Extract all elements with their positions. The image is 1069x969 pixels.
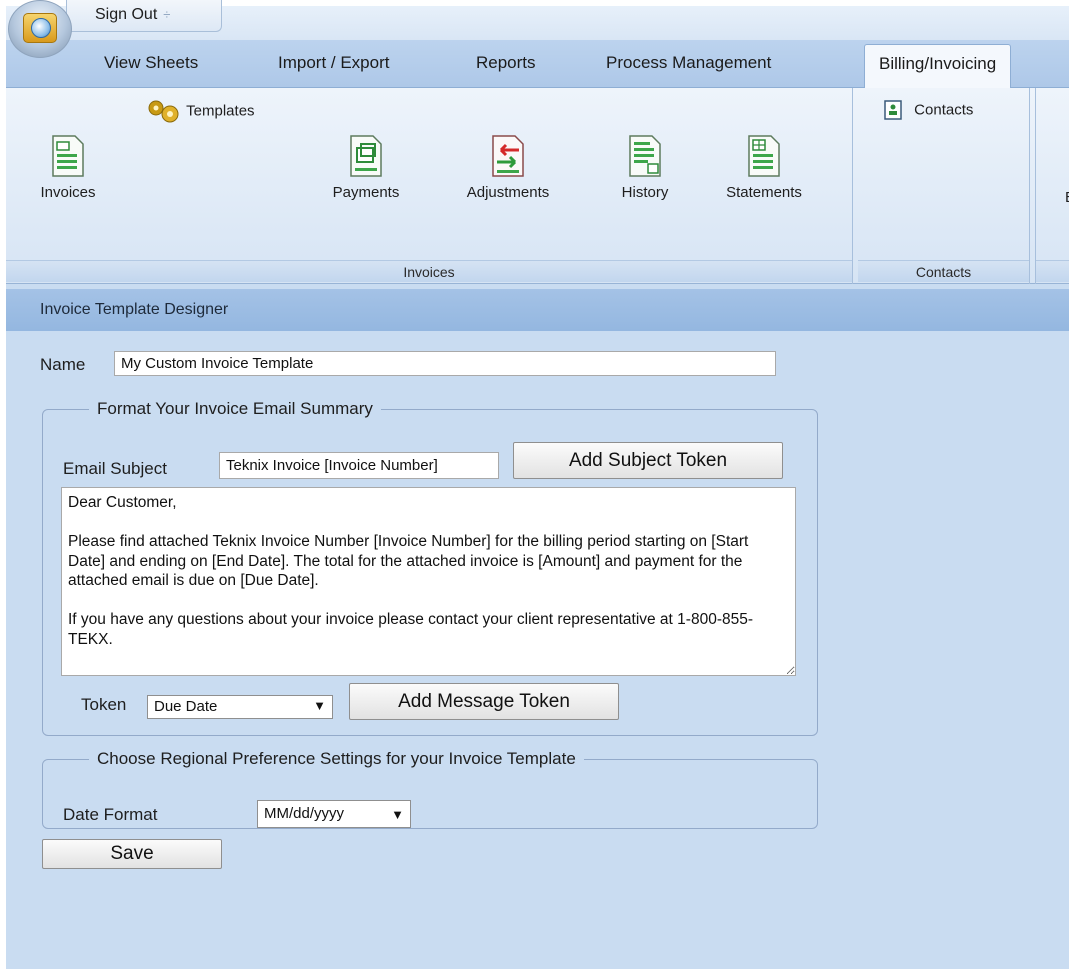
ribbon-group-label-contacts: Contacts (858, 260, 1029, 282)
statements-button[interactable]: Statements (714, 134, 814, 201)
date-format-label: Date Format (63, 805, 158, 824)
date-format-select[interactable]: MM/dd/yyyy ▼ (257, 800, 411, 828)
app-window: Sign Out ÷ View Sheets Import / Export Re… (6, 0, 1069, 969)
application-menu-orb[interactable] (8, 0, 72, 58)
designer-content: Name Format Your Invoice Email Summary E… (6, 331, 1069, 969)
email-summary-legend: Format Your Invoice Email Summary (97, 399, 373, 418)
regional-settings-section: Choose Regional Preference Settings for … (42, 749, 818, 829)
gears-icon (148, 100, 179, 123)
token-select-value: Due Date (154, 698, 218, 715)
invoices-button[interactable]: Invoices (28, 134, 108, 201)
tab-view-sheets[interactable]: View Sheets (104, 53, 198, 73)
ribbon-group-partial: E (1035, 88, 1069, 284)
templates-button[interactable]: Templates (144, 98, 255, 124)
payments-button[interactable]: Payments (324, 134, 408, 201)
sign-out-label: Sign Out (95, 6, 158, 23)
ribbon-group-label-invoices: Invoices (6, 260, 852, 282)
history-button[interactable]: History (610, 134, 680, 201)
token-label: Token (81, 695, 127, 714)
history-doc-icon (629, 135, 661, 177)
sign-out-menu[interactable]: Sign Out ÷ (66, 0, 222, 32)
token-select[interactable]: Due Date ▼ (147, 695, 333, 719)
email-message-textarea[interactable]: Dear Customer, Please find attached Tekn… (61, 487, 796, 676)
email-subject-label: Email Subject (63, 459, 167, 478)
tab-reports[interactable]: Reports (476, 53, 536, 73)
adjustments-button[interactable]: Adjustments (450, 134, 566, 201)
ribbon-group-label-partial (1036, 260, 1069, 282)
save-button[interactable]: Save (42, 839, 222, 869)
payments-doc-icon (350, 135, 382, 177)
date-format-value: MM/dd/yyyy (264, 805, 345, 822)
sign-out-caret-icon: ÷ (163, 7, 171, 22)
template-name-input[interactable] (114, 351, 776, 376)
add-subject-token-button[interactable]: Add Subject Token (513, 442, 783, 479)
history-label: History (621, 184, 669, 201)
name-label: Name (40, 355, 86, 374)
regional-settings-legend: Choose Regional Preference Settings for … (97, 749, 576, 768)
invoice-doc-icon (52, 135, 84, 177)
dropdown-arrow-icon: ▼ (313, 698, 326, 713)
adjustments-doc-icon (492, 135, 524, 177)
tab-process-management[interactable]: Process Management (606, 53, 771, 73)
ribbon-group-invoices: Templates Invoices Payments Adjustments … (6, 88, 853, 284)
add-message-token-button[interactable]: Add Message Token (349, 683, 619, 720)
ribbon-group-contacts: Contacts Contacts (858, 88, 1030, 284)
designer-title-bar: Invoice Template Designer (6, 289, 1069, 331)
statements-label: Statements (726, 184, 802, 201)
email-summary-section: Format Your Invoice Email Summary Email … (42, 399, 818, 736)
dropdown-arrow-icon: ▼ (391, 807, 404, 822)
contacts-button[interactable]: Contacts (884, 100, 973, 120)
designer-title: Invoice Template Designer (40, 301, 229, 318)
payments-label: Payments (332, 184, 400, 201)
tab-billing-invoicing[interactable]: Billing/Invoicing (864, 44, 1012, 89)
title-bar: Sign Out ÷ (6, 0, 1069, 58)
email-subject-input[interactable] (219, 452, 499, 479)
partial-group-label[interactable]: E (1065, 189, 1069, 206)
contact-card-icon (884, 100, 902, 120)
adjustments-label: Adjustments (466, 184, 550, 201)
templates-label: Templates (186, 102, 255, 120)
tab-import-export[interactable]: Import / Export (278, 53, 389, 73)
ribbon-tab-bar: View Sheets Import / Export Reports Proc… (6, 40, 1069, 89)
statements-doc-icon (748, 135, 780, 177)
contacts-label: Contacts (914, 101, 974, 119)
invoices-label: Invoices (40, 184, 96, 201)
ribbon-panel: Templates Invoices Payments Adjustments … (6, 88, 1069, 284)
app-logo-icon (23, 13, 57, 43)
